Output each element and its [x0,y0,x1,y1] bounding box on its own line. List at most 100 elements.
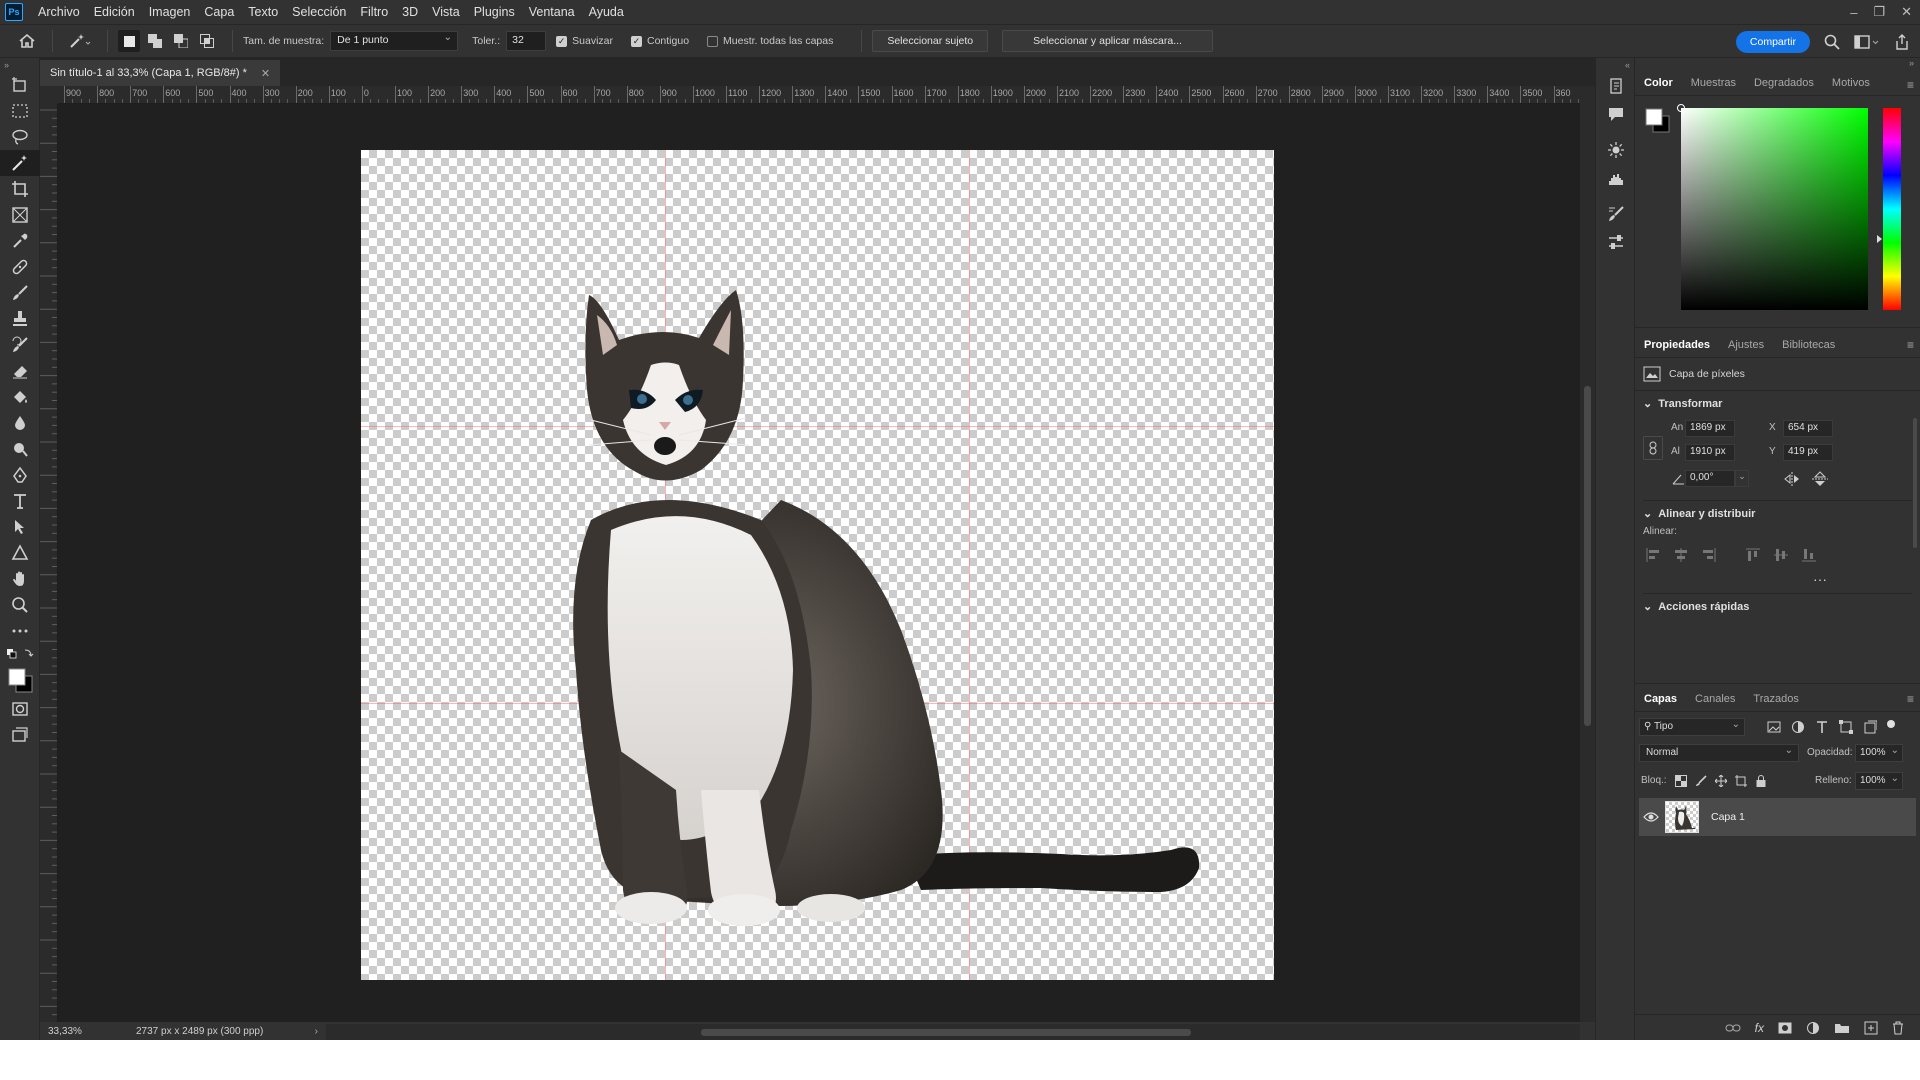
close-icon[interactable]: ✕ [1901,4,1912,20]
vertical-ruler[interactable] [40,104,58,1022]
filter-smart-object-icon[interactable] [1863,720,1877,734]
horizontal-ruler[interactable]: 900 800 700 600 500 400 300 200 100 0 100 200 300 400… [58,86,1580,104]
close-document-icon[interactable]: ✕ [261,67,270,80]
link-layers-icon[interactable] [1725,1023,1741,1033]
height-field[interactable]: 1910 px [1685,444,1735,461]
history-brush-tool[interactable] [0,332,40,358]
vertical-scroll-thumb[interactable] [1584,386,1591,726]
layer-thumbnail[interactable] [1665,801,1699,833]
sample-all-layers-checkbox[interactable] [707,35,719,47]
document-tab[interactable]: Sin título-1 al 33,3% (Capa 1, RGB/8#) *… [40,60,281,86]
fill-field[interactable]: 100% ⌄ [1855,772,1903,790]
clone-stamp-tool[interactable] [0,306,40,332]
marquee-tool[interactable] [0,98,40,124]
new-selection-button[interactable] [118,30,140,52]
status-arrow-icon[interactable]: › [315,1026,318,1037]
fg-bg-swatch-icon[interactable] [1643,106,1673,136]
flip-horizontal-icon[interactable] [1783,471,1801,487]
menu-capa[interactable]: Capa [197,0,241,24]
healing-brush-tool[interactable] [0,254,40,280]
hue-slider[interactable] [1877,108,1901,310]
menu-edicion[interactable]: Edición [87,0,142,24]
lasso-tool[interactable] [0,124,40,150]
menu-seleccion[interactable]: Selección [285,0,353,24]
align-left-icon[interactable] [1645,547,1661,563]
layer-filter-select[interactable]: ⚲ Tipo ⌄ [1639,718,1745,736]
filter-toggle[interactable] [1887,720,1895,728]
more-align-options-icon[interactable]: ··· [1813,571,1827,587]
restore-icon[interactable]: ❐ [1873,4,1885,20]
align-top-icon[interactable] [1745,547,1761,563]
quick-mask-button[interactable] [0,696,40,722]
menu-texto[interactable]: Texto [241,0,285,24]
strip-collapse[interactable]: « [1596,58,1636,72]
eye-visibility-icon[interactable] [1643,811,1659,823]
brush-tool[interactable] [0,280,40,306]
tab-libraries[interactable]: Bibliotecas [1773,339,1844,357]
menu-plugins[interactable]: Plugins [467,0,522,24]
align-center-horizontal-icon[interactable] [1673,547,1689,563]
eraser-tool[interactable] [0,358,40,384]
antialias-checkbox[interactable]: ✓ [556,35,568,47]
contiguous-checkbox[interactable]: ✓ [631,35,642,47]
menu-3d[interactable]: 3D [395,0,425,24]
vertical-scrollbar[interactable] [1580,86,1595,1022]
paint-bucket-tool[interactable] [0,384,40,410]
select-subject-button[interactable]: Seleccionar sujeto [872,30,989,52]
default-colors[interactable] [0,644,40,664]
document-pasteboard[interactable] [58,104,1580,1022]
new-group-icon[interactable] [1834,1022,1850,1034]
color-field[interactable] [1677,104,1868,310]
layer-name[interactable]: Capa 1 [1711,811,1745,823]
flip-vertical-icon[interactable] [1811,471,1829,487]
lock-artboard-icon[interactable] [1735,775,1747,787]
zoom-tool[interactable] [0,592,40,618]
hue-slider-marker[interactable] [1877,235,1882,244]
search-icon[interactable] [1824,34,1840,50]
collapse-toolbar-icon[interactable]: » [0,58,39,72]
tab-properties[interactable]: Propiedades [1635,339,1719,357]
menu-imagen[interactable]: Imagen [142,0,198,24]
lock-pixels-icon[interactable] [1695,775,1707,787]
comments-panel-button[interactable] [1596,100,1636,128]
shape-tool[interactable] [0,540,40,566]
properties-scrollbar[interactable] [1912,398,1918,598]
add-mask-icon[interactable] [1778,1022,1792,1034]
crop-tool[interactable] [0,176,40,202]
tab-adjustments[interactable]: Ajustes [1719,339,1773,357]
share-button[interactable]: Compartir [1735,31,1810,53]
width-field[interactable]: 1869 px [1685,420,1735,437]
eyedropper-tool[interactable] [0,228,40,254]
lock-transparent-icon[interactable] [1675,775,1687,787]
tool-preset-picker[interactable] [63,28,97,54]
magic-wand-tool[interactable] [0,150,40,176]
adjustments-panel-button[interactable] [1596,136,1636,164]
sample-size-select[interactable]: De 1 punto [330,31,459,51]
panel-menu-icon[interactable]: ≡ [1907,338,1914,352]
horizontal-scrollbar[interactable] [326,1024,1580,1040]
menu-filtro[interactable]: Filtro [353,0,395,24]
panel-menu-icon[interactable]: ≡ [1907,78,1914,92]
align-section-header[interactable]: ⌄ Alinear y distribuir [1635,501,1920,526]
properties-scroll-thumb[interactable] [1913,418,1917,548]
menu-ayuda[interactable]: Ayuda [582,0,631,24]
type-tool[interactable] [0,488,40,514]
filter-pixel-icon[interactable] [1767,721,1781,733]
filter-shape-icon[interactable] [1839,720,1853,734]
color-swatches[interactable] [0,664,40,696]
horizontal-scroll-thumb[interactable] [701,1029,1191,1036]
tab-channels[interactable]: Canales [1686,693,1744,711]
add-selection-button[interactable] [144,30,166,52]
histogram-panel-button[interactable] [1596,164,1636,192]
subtract-selection-button[interactable] [170,30,192,52]
minimize-icon[interactable]: – [1850,5,1857,20]
zoom-level[interactable]: 33,33% [48,1026,108,1037]
link-dimensions-button[interactable] [1643,436,1663,460]
brush-settings-button[interactable] [1596,200,1636,228]
menu-ventana[interactable]: Ventana [522,0,582,24]
home-button[interactable] [12,28,42,54]
y-position-field[interactable]: 419 px [1783,444,1833,461]
hand-tool[interactable] [0,566,40,592]
document-canvas[interactable] [361,150,1274,980]
delete-layer-icon[interactable] [1892,1021,1904,1035]
